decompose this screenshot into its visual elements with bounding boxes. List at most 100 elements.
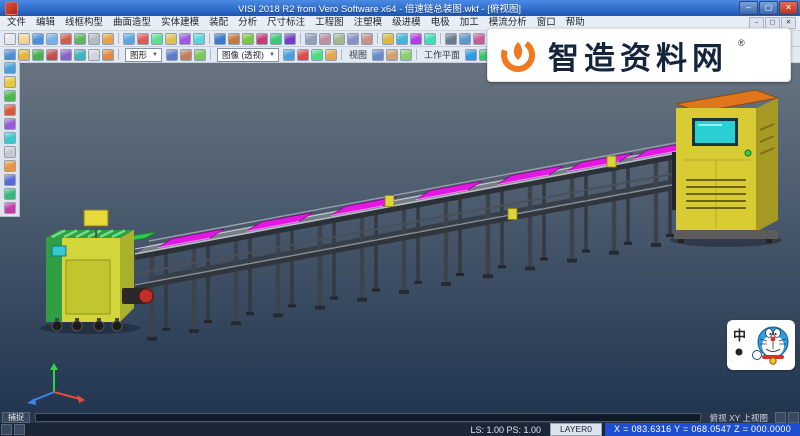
toolbar-icon[interactable]: [4, 90, 16, 102]
toolbar-icon[interactable]: [18, 49, 30, 61]
toolbar-icon[interactable]: [194, 49, 206, 61]
toolbar-icon[interactable]: [297, 49, 309, 61]
toolbar-icon[interactable]: [270, 33, 282, 45]
toolbar-separator: [210, 49, 211, 60]
toolbar-icon[interactable]: [361, 33, 373, 45]
status-bar-lower: LS: 1.00 PS: 1.00 LAYER0 X = 083.6316 Y …: [0, 423, 800, 436]
toolbar-combo[interactable]: 图像 (透视) ▼: [217, 48, 279, 62]
status-icon[interactable]: [775, 412, 786, 423]
menu-item-曲面造型[interactable]: 曲面造型: [108, 16, 156, 30]
toolbar-icon[interactable]: [74, 49, 86, 61]
chevron-down-icon: ▼: [269, 52, 275, 58]
toolbar-icon[interactable]: [228, 33, 240, 45]
toolbar-icon[interactable]: [4, 188, 16, 200]
menu-item-文件[interactable]: 文件: [2, 16, 31, 30]
toolbar-icon[interactable]: [102, 49, 114, 61]
toolbar-icon[interactable]: [4, 202, 16, 214]
menu-item-编辑[interactable]: 编辑: [31, 16, 60, 30]
toolbar-icon[interactable]: [333, 33, 345, 45]
toolbar-icon[interactable]: [60, 33, 72, 45]
toolbar-icon[interactable]: [4, 33, 16, 45]
toolbar-icon[interactable]: [165, 33, 177, 45]
toolbar-icon[interactable]: [214, 33, 226, 45]
menu-item-线框构型[interactable]: 线框构型: [60, 16, 108, 30]
toolbar-icon[interactable]: [46, 49, 58, 61]
command-input[interactable]: [35, 413, 701, 422]
toolbar-icon[interactable]: [410, 33, 422, 45]
menu-item-注塑模[interactable]: 注塑模: [349, 16, 388, 30]
menu-item-装配[interactable]: 装配: [204, 16, 233, 30]
toolbar-icon[interactable]: [166, 49, 178, 61]
toolbar-icon[interactable]: [4, 132, 16, 144]
status-icon[interactable]: [788, 412, 799, 423]
toolbar-group-label: 视图: [349, 48, 367, 61]
menu-item-级进模[interactable]: 级进模: [387, 16, 426, 30]
toolbar-icon[interactable]: [4, 49, 16, 61]
menu-item-加工[interactable]: 加工: [455, 16, 484, 30]
toolbar-icon[interactable]: [180, 49, 192, 61]
toolbar-icon[interactable]: [32, 49, 44, 61]
menu-item-电极[interactable]: 电极: [426, 16, 455, 30]
toolbar-icon[interactable]: [256, 33, 268, 45]
toolbar-icon[interactable]: [400, 49, 412, 61]
combo-value: 图像 (透视): [222, 49, 264, 61]
toolbar-icon[interactable]: [283, 49, 295, 61]
end-machine: [670, 90, 782, 247]
toolbar-icon[interactable]: [88, 49, 100, 61]
layer-selector[interactable]: LAYER0: [550, 423, 602, 436]
toolbar-icon[interactable]: [305, 33, 317, 45]
toolbar-icon[interactable]: [347, 33, 359, 45]
toolbar-icon[interactable]: [424, 33, 436, 45]
toolbar-icon[interactable]: [4, 104, 16, 116]
toolbar-icon[interactable]: [4, 174, 16, 186]
menu-item-尺寸标注[interactable]: 尺寸标注: [262, 16, 310, 30]
view-mode-label[interactable]: 俯视 XY 上视图: [704, 412, 774, 424]
toolbar-icon[interactable]: [46, 33, 58, 45]
status-icon[interactable]: [14, 424, 25, 435]
snap-button[interactable]: 捕捉: [2, 412, 30, 423]
toolbar-icon[interactable]: [386, 49, 398, 61]
maximize-button[interactable]: ▢: [759, 1, 778, 15]
conveyor-line: [135, 138, 702, 341]
toolbar-icon[interactable]: [32, 33, 44, 45]
visi-app-window: VISI 2018 R2 from Vero Software x64 - 倍速…: [0, 0, 800, 436]
toolbar-icon[interactable]: [4, 146, 16, 158]
toolbar-icon[interactable]: [473, 33, 485, 45]
toolbar-icon[interactable]: [137, 33, 149, 45]
toolbar-icon[interactable]: [193, 33, 205, 45]
toolbar-icon[interactable]: [284, 33, 296, 45]
toolbar-icon[interactable]: [4, 118, 16, 130]
close-button[interactable]: ✕: [779, 1, 798, 15]
toolbar-icon[interactable]: [102, 33, 114, 45]
toolbar-icon[interactable]: [4, 62, 16, 74]
toolbar-icon[interactable]: [372, 49, 384, 61]
toolbar-icon[interactable]: [242, 33, 254, 45]
toolbar-icon[interactable]: [459, 33, 471, 45]
toolbar-icon[interactable]: [325, 49, 337, 61]
toolbar-combo[interactable]: 图形▼: [125, 48, 162, 62]
toolbar-icon[interactable]: [465, 49, 477, 61]
minimize-button[interactable]: –: [739, 1, 758, 15]
infeed-cart: [40, 210, 156, 334]
toolbar-icon[interactable]: [445, 33, 457, 45]
toolbar-icon[interactable]: [88, 33, 100, 45]
toolbar-icon[interactable]: [151, 33, 163, 45]
toolbar-icon[interactable]: [60, 49, 72, 61]
toolbar-icon[interactable]: [382, 33, 394, 45]
menu-item-分析[interactable]: 分析: [233, 16, 262, 30]
toolbar-icon[interactable]: [311, 49, 323, 61]
conveyor-model: [0, 60, 800, 412]
toolbar-icon[interactable]: [319, 33, 331, 45]
viewport-3d[interactable]: [0, 60, 800, 412]
toolbar-icon[interactable]: [123, 33, 135, 45]
doraemon-icon: 中: [729, 322, 793, 368]
toolbar-icon[interactable]: [74, 33, 86, 45]
menu-item-工程图[interactable]: 工程图: [310, 16, 349, 30]
menu-item-实体建模[interactable]: 实体建模: [156, 16, 204, 30]
toolbar-icon[interactable]: [4, 160, 16, 172]
toolbar-icon[interactable]: [18, 33, 30, 45]
toolbar-icon[interactable]: [4, 76, 16, 88]
status-icon[interactable]: [1, 424, 12, 435]
toolbar-icon[interactable]: [179, 33, 191, 45]
toolbar-icon[interactable]: [396, 33, 408, 45]
